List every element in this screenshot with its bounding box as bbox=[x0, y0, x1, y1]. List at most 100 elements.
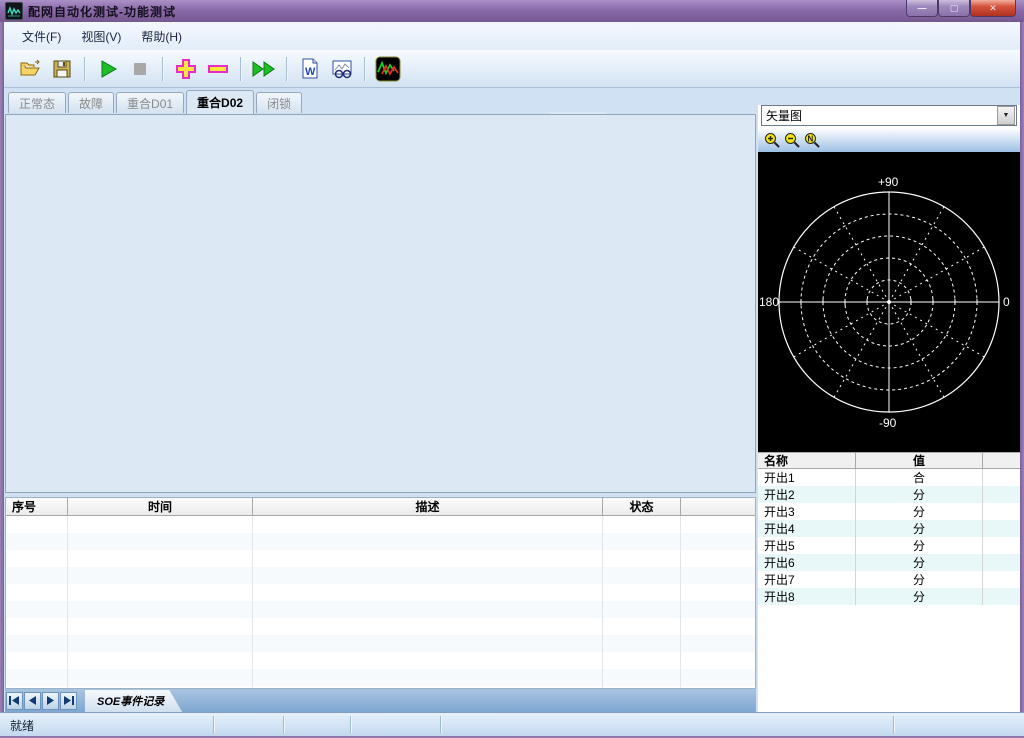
state-tab-4[interactable]: 闭锁 bbox=[256, 92, 302, 113]
digital-output-row: 开出6分 bbox=[758, 554, 1020, 571]
stop-square-icon bbox=[129, 58, 151, 80]
status-separator bbox=[440, 716, 442, 733]
plus-icon bbox=[174, 57, 198, 81]
output-value: 合 bbox=[856, 469, 983, 486]
toolbar-separator bbox=[364, 57, 366, 81]
zoom-reset-button[interactable]: N bbox=[802, 130, 822, 150]
right-panel: 矢量图 ▼ bbox=[758, 90, 1020, 712]
state-tab-1[interactable]: 故障 bbox=[68, 92, 114, 113]
toolbar-separator bbox=[286, 57, 288, 81]
column-header[interactable]: 值 bbox=[856, 453, 983, 468]
last-page-button[interactable] bbox=[60, 692, 77, 710]
outputs-header: 名称 值 bbox=[758, 452, 1020, 469]
window-title: 配网自动化测试-功能测试 bbox=[28, 3, 176, 20]
chevron-down-icon[interactable]: ▼ bbox=[997, 106, 1015, 125]
start-play-icon bbox=[97, 58, 119, 80]
digital-output-row: 开出3分 bbox=[758, 503, 1020, 520]
view-selector[interactable]: 矢量图 ▼ bbox=[761, 105, 1017, 126]
zoom-in-button[interactable] bbox=[762, 130, 782, 150]
zoom-out-button[interactable] bbox=[782, 130, 802, 150]
close-button[interactable]: ✕ bbox=[970, 0, 1016, 17]
state-tab-0[interactable]: 正常态 bbox=[8, 92, 66, 113]
minimize-button[interactable]: — bbox=[906, 0, 938, 17]
output-value: 分 bbox=[856, 503, 983, 520]
fast-forward-icon bbox=[251, 58, 277, 80]
application-window: 配网自动化测试-功能测试 — ▢ ✕ 文件(F)视图(V)帮助(H) bbox=[0, 0, 1024, 738]
state-tab-2[interactable]: 重合D01 bbox=[116, 92, 184, 113]
polar-label-bottom: -90 bbox=[879, 416, 897, 430]
view-selector-value: 矢量图 bbox=[762, 107, 996, 124]
status-separator bbox=[213, 716, 215, 733]
remove-state-button[interactable] bbox=[204, 55, 232, 83]
save-floppy-icon bbox=[51, 58, 73, 80]
event-table-body bbox=[6, 516, 755, 688]
output-name: 开出3 bbox=[758, 503, 856, 520]
chart-zoom-toolbar: N bbox=[758, 128, 1020, 152]
menu-item-0[interactable]: 文件(F) bbox=[12, 25, 71, 48]
add-state-button[interactable] bbox=[172, 55, 200, 83]
next-page-icon bbox=[46, 696, 55, 705]
toolbar: W bbox=[4, 50, 1020, 88]
maximize-button[interactable]: ▢ bbox=[938, 0, 970, 17]
state-page bbox=[5, 114, 756, 493]
zoom-out-icon bbox=[784, 132, 801, 149]
start-button[interactable] bbox=[94, 55, 122, 83]
open-folder-icon bbox=[18, 57, 42, 81]
status-bar: 就绪 bbox=[0, 712, 1024, 736]
run-all-button[interactable] bbox=[250, 55, 278, 83]
soe-event-table: 序号 时间 描述 状态 bbox=[5, 497, 756, 689]
digital-output-row: 开出1合 bbox=[758, 469, 1020, 486]
state-tab-3[interactable]: 重合D02 bbox=[186, 90, 254, 114]
column-header[interactable]: 序号 bbox=[6, 498, 68, 516]
preview-button[interactable] bbox=[328, 55, 356, 83]
event-table-header: 序号 时间 描述 状态 bbox=[6, 498, 755, 516]
menu-item-1[interactable]: 视图(V) bbox=[71, 25, 131, 48]
output-name: 开出1 bbox=[758, 469, 856, 486]
window-border-left bbox=[0, 22, 4, 738]
minus-icon bbox=[206, 57, 230, 81]
status-separator bbox=[350, 716, 352, 733]
bottom-tab-bar: SOE事件记录 bbox=[5, 689, 756, 712]
column-header[interactable]: 名称 bbox=[758, 453, 856, 468]
digital-output-row: 开出5分 bbox=[758, 537, 1020, 554]
column-header[interactable]: 时间 bbox=[68, 498, 253, 516]
zoom-reset-icon: N bbox=[804, 132, 821, 149]
menu-bar: 文件(F)视图(V)帮助(H) bbox=[4, 22, 1020, 50]
vector-diagram: +90 180 0 -90 bbox=[758, 152, 1020, 452]
column-header bbox=[681, 498, 755, 516]
menu-item-2[interactable]: 帮助(H) bbox=[131, 25, 192, 48]
output-value: 分 bbox=[856, 588, 983, 605]
column-line bbox=[680, 516, 681, 688]
last-page-icon bbox=[63, 696, 74, 705]
open-button[interactable] bbox=[16, 55, 44, 83]
output-name: 开出5 bbox=[758, 537, 856, 554]
polar-label-right: 0 bbox=[1003, 295, 1010, 309]
output-value: 分 bbox=[856, 486, 983, 503]
app-waveform-icon bbox=[5, 2, 23, 20]
stop-button[interactable] bbox=[126, 55, 154, 83]
window-border-right bbox=[1020, 22, 1024, 738]
tab-soe-event-log[interactable]: SOE事件记录 bbox=[85, 690, 182, 712]
column-header[interactable]: 状态 bbox=[603, 498, 681, 516]
prev-page-button[interactable] bbox=[24, 692, 41, 710]
first-page-icon bbox=[9, 696, 20, 705]
waveform-button[interactable] bbox=[374, 55, 402, 83]
output-name: 开出8 bbox=[758, 588, 856, 605]
column-line bbox=[602, 516, 603, 688]
word-report-button[interactable]: W bbox=[296, 55, 324, 83]
outputs-body: 开出1合开出2分开出3分开出4分开出5分开出6分开出7分开出8分 bbox=[758, 469, 1020, 605]
digital-output-row: 开出4分 bbox=[758, 520, 1020, 537]
toolbar-separator bbox=[162, 57, 164, 81]
window-controls: — ▢ ✕ bbox=[906, 0, 1016, 17]
svg-text:N: N bbox=[807, 134, 813, 143]
save-button[interactable] bbox=[48, 55, 76, 83]
first-page-button[interactable] bbox=[6, 692, 23, 710]
title-bar[interactable]: 配网自动化测试-功能测试 — ▢ ✕ bbox=[0, 0, 1024, 22]
next-page-button[interactable] bbox=[42, 692, 59, 710]
waveform-icon bbox=[375, 56, 401, 82]
zoom-in-icon bbox=[764, 132, 781, 149]
prev-page-icon bbox=[28, 696, 37, 705]
column-line bbox=[67, 516, 68, 688]
column-header[interactable]: 描述 bbox=[253, 498, 603, 516]
output-name: 开出2 bbox=[758, 486, 856, 503]
